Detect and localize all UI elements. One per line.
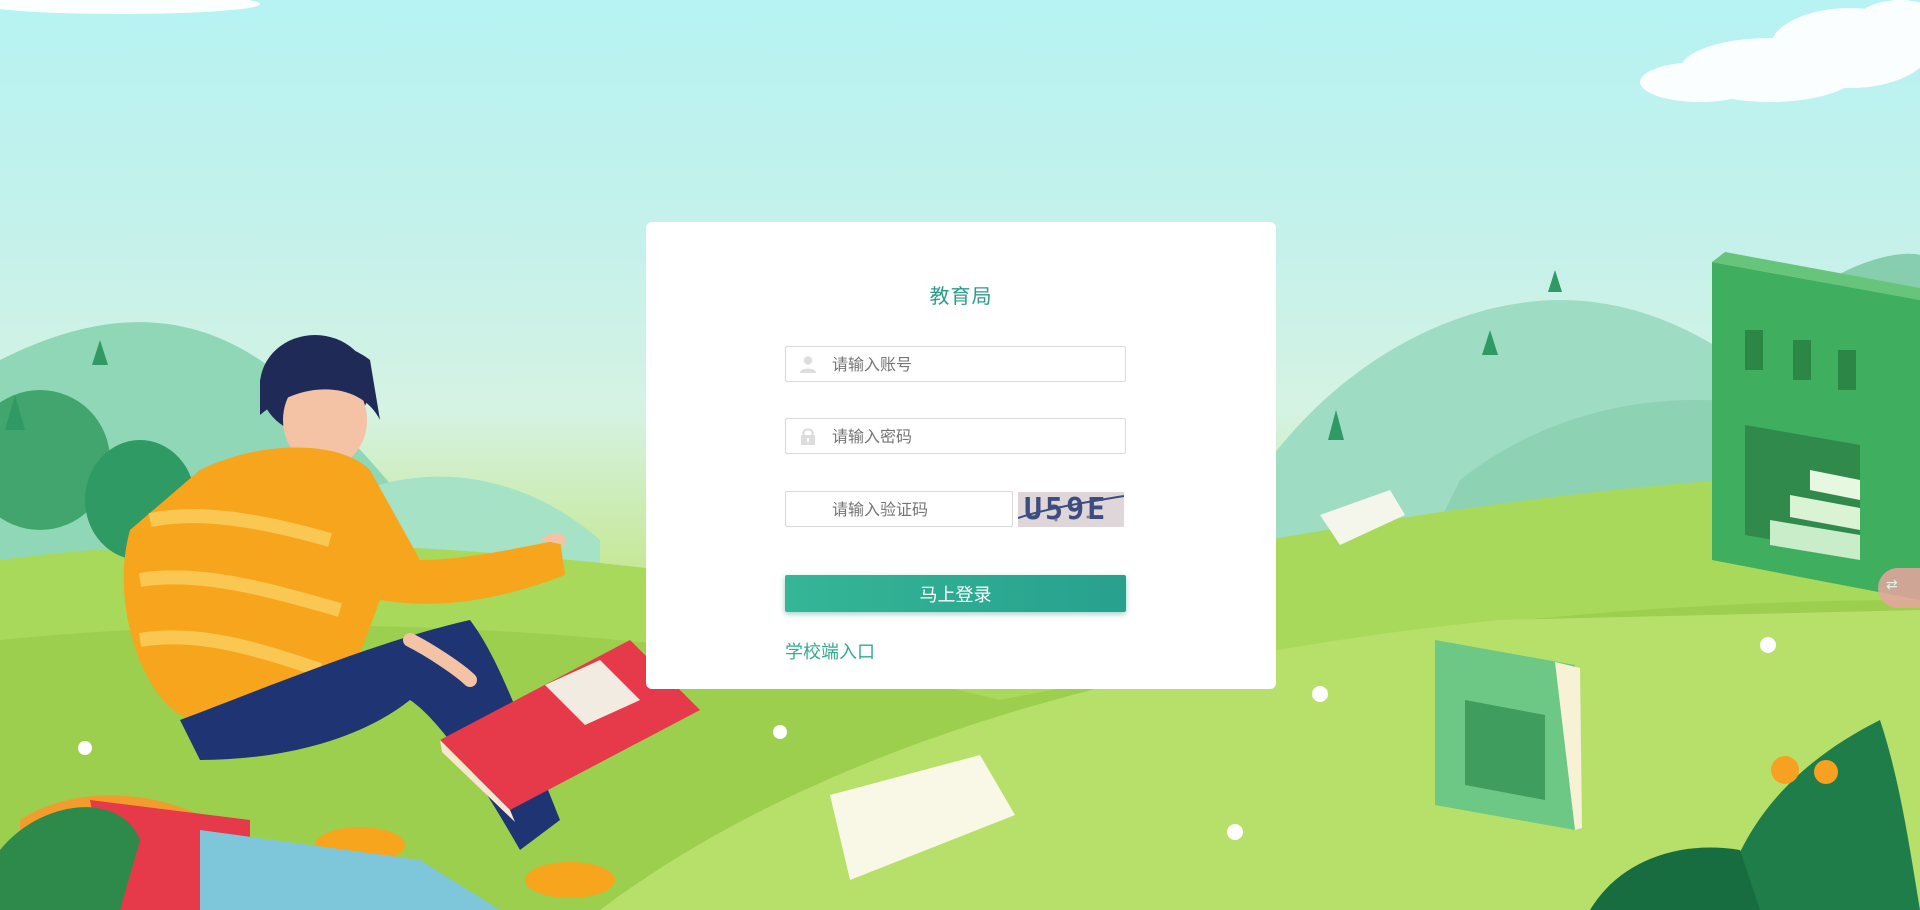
login-button[interactable]: 马上登录 — [785, 575, 1126, 612]
page-title: 教育局 — [929, 284, 993, 308]
password-field[interactable] — [785, 418, 1126, 454]
login-card: 教育局 U59E 马 — [646, 222, 1276, 689]
login-page: 教育局 U59E 马 — [0, 0, 1920, 910]
captcha-input[interactable] — [832, 492, 1002, 526]
user-icon — [800, 356, 816, 373]
password-input[interactable] — [832, 419, 1112, 453]
account-input[interactable] — [832, 347, 1112, 381]
captcha-noise — [1018, 495, 1124, 522]
book-illustration — [1435, 640, 1582, 830]
captcha-image[interactable]: U59E — [1018, 492, 1124, 527]
captcha-field[interactable] — [785, 491, 1013, 527]
building-illustration — [1712, 252, 1920, 600]
cloud — [0, 0, 1920, 102]
translate-icon: ⇄ — [1886, 577, 1898, 593]
translate-badge[interactable]: ⇄ — [1878, 568, 1920, 608]
account-field[interactable] — [785, 346, 1126, 382]
lock-icon — [801, 428, 815, 445]
school-entry-link[interactable]: 学校端入口 — [785, 638, 875, 664]
